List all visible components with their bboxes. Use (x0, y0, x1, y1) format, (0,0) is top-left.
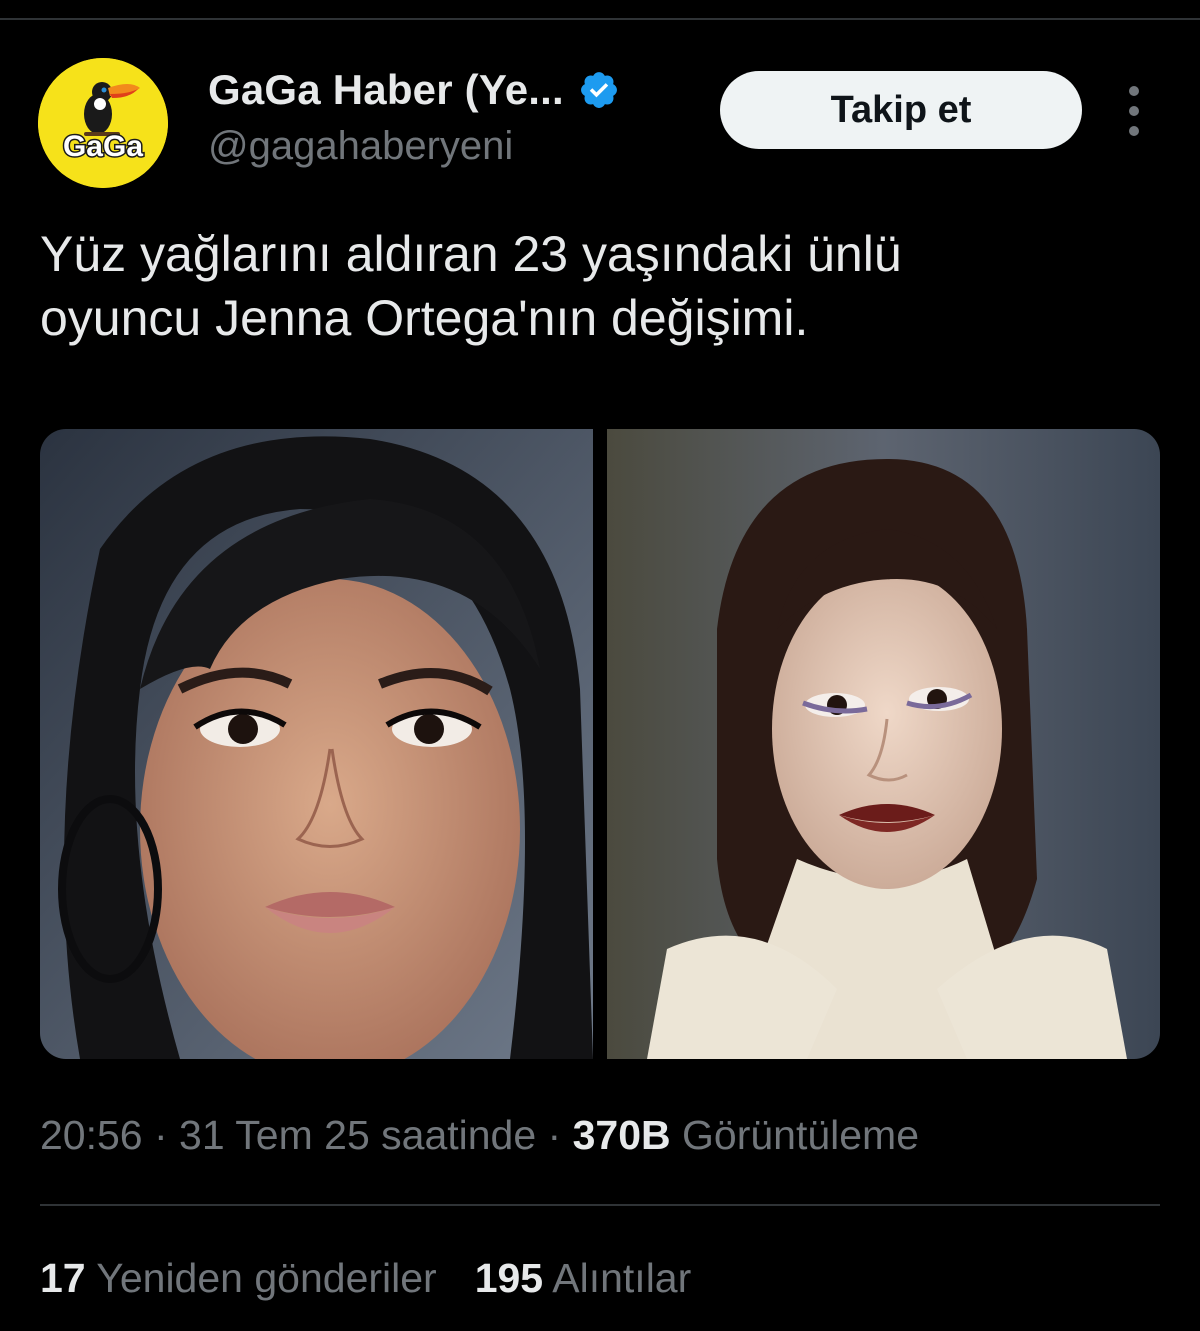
quotes-count: 195 (474, 1255, 544, 1301)
tweet-text-line: Yüz yağlarını aldıran 23 yaşındaki ünlü (40, 226, 902, 282)
more-dot (1129, 86, 1139, 96)
stats-divider (40, 1204, 1160, 1206)
quotes-label: Alıntılar (552, 1255, 692, 1301)
views-label[interactable]: Görüntüleme (671, 1112, 919, 1158)
author-handle[interactable]: @gagahaberyeni (208, 124, 513, 169)
author-display-name[interactable]: GaGa Haber (Ye... (208, 66, 564, 114)
more-dot (1129, 106, 1139, 116)
media-photo-right[interactable] (607, 429, 1160, 1059)
tweet-stats: 17 Yeniden gönderiler 195 Alıntılar (40, 1255, 691, 1302)
top-divider (0, 18, 1200, 20)
meta-separator: · (142, 1112, 180, 1158)
toucan-logo-icon: GaGa (38, 58, 168, 188)
tweet-text-line: oyuncu Jenna Ortega'nın değişimi. (40, 290, 809, 346)
avatar-text: GaGa (63, 130, 143, 163)
follow-button[interactable]: Takip et (720, 71, 1082, 149)
reposts-count: 17 (40, 1255, 86, 1301)
tweet-time[interactable]: 20:56 (40, 1112, 143, 1158)
tweet-meta: 20:56 · 31 Tem 25 saatinde · 370B Görünt… (40, 1112, 919, 1159)
reposts-stat[interactable]: 17 Yeniden gönderiler (40, 1255, 437, 1302)
media-photo-left[interactable] (40, 429, 593, 1059)
quotes-stat[interactable]: 195 Alıntılar (475, 1255, 692, 1302)
more-options-icon[interactable] (1114, 86, 1154, 136)
more-dot (1129, 126, 1139, 136)
meta-separator: · (536, 1112, 573, 1158)
tweet-text: Yüz yağlarını aldıran 23 yaşındaki ünlü … (40, 222, 1160, 350)
portrait-image-right (607, 429, 1160, 1059)
profile-avatar[interactable]: GaGa (38, 58, 168, 188)
views-count[interactable]: 370B (573, 1112, 671, 1158)
tweet-media[interactable] (40, 429, 1160, 1059)
verified-badge-icon (580, 72, 617, 108)
tweet-date[interactable]: 31 Tem 25 saatinde (179, 1112, 536, 1158)
portrait-image-left (40, 429, 593, 1059)
reposts-label: Yeniden gönderiler (96, 1255, 437, 1301)
author-name-row: GaGa Haber (Ye... (208, 66, 620, 114)
